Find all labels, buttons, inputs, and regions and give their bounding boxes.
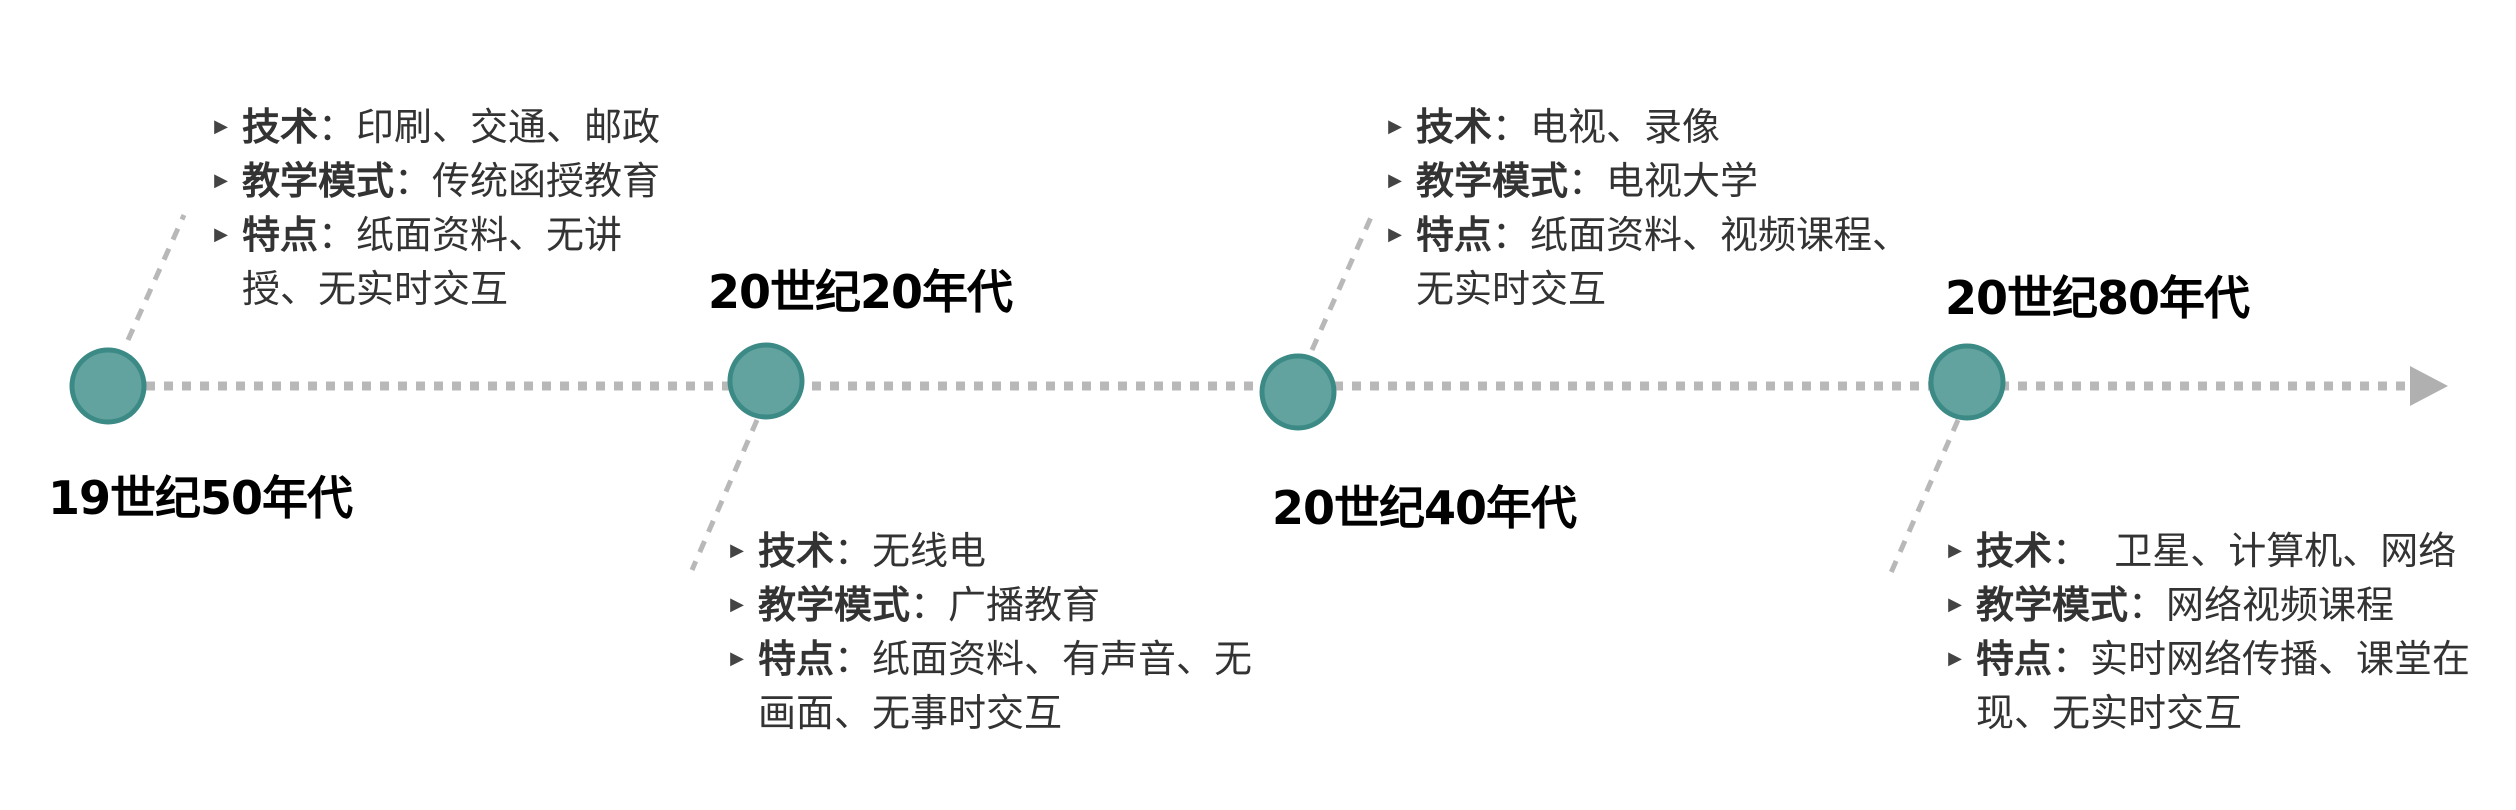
- info-separator: ：: [1568, 159, 1607, 203]
- node-era-2: [727, 342, 805, 420]
- info-item: ▶ 特点：纸面资料、有声音、无画面、无事时交互: [722, 632, 1252, 740]
- info-separator: ：: [394, 159, 433, 203]
- bullet-triangle-icon: ▶: [214, 224, 228, 245]
- info-value: 实时网络传播、课堂在: [2090, 637, 2471, 681]
- info-item: ▶ 技术：印刷、交通、邮政: [206, 100, 660, 154]
- info-item: ▶ 教学模式：网络视频课程: [1940, 578, 2470, 632]
- info-value: 电视大学: [1606, 159, 1759, 203]
- bullet-triangle-icon: ▶: [1388, 224, 1402, 245]
- bullet-triangle-icon: ▶: [214, 116, 228, 137]
- info-separator: ：: [318, 213, 357, 257]
- info-key: 特点: [242, 213, 319, 257]
- info-value-continued: 授、无实时交互: [242, 267, 509, 311]
- info-separator: ：: [834, 529, 873, 573]
- info-separator: ：: [2052, 637, 2091, 681]
- info-value: 网络视频课程: [2166, 583, 2395, 627]
- info-key: 技术: [758, 529, 835, 573]
- info-key: 特点: [1976, 637, 2053, 681]
- info-value: 纸面资料、无讲: [356, 213, 623, 257]
- bullet-triangle-icon: ▶: [1388, 116, 1402, 137]
- info-key: 教学模式: [1976, 583, 2129, 627]
- info-value-continued: 画面、无事时交互: [758, 691, 1063, 735]
- info-separator: ：: [1492, 105, 1531, 149]
- era-info-3: ▶ 技术：电视、录像 ▶ 教学模式：电视大学 ▶ 特点：纸面资料、视频课程、 无实…: [1380, 100, 1910, 316]
- bullet-triangle-icon: ▶: [730, 540, 744, 561]
- bullet-triangle-icon: ▶: [730, 648, 744, 669]
- node-era-4: [1928, 343, 2006, 421]
- info-value-continued: 无实时交互: [1416, 267, 1607, 311]
- info-item: ▶ 特点：纸面资料、无讲授、无实时交互: [206, 208, 660, 316]
- info-value: 传统函授教育: [432, 159, 661, 203]
- info-item: ▶ 技术：电视、录像: [1380, 100, 1910, 154]
- info-value: 印刷、交通、邮政: [356, 105, 661, 149]
- info-value: 卫星、计算机、网络: [2090, 529, 2457, 573]
- info-item: ▶ 特点：纸面资料、视频课程、无实时交互: [1380, 208, 1910, 316]
- info-separator: ：: [2128, 583, 2167, 627]
- bullet-triangle-icon: ▶: [1948, 594, 1962, 615]
- era-label-2: 20世纪20年代: [708, 265, 1013, 319]
- connector-era-3: [1309, 213, 1375, 352]
- info-key: 教学模式: [242, 159, 395, 203]
- info-key: 技术: [1416, 105, 1493, 149]
- node-era-3: [1259, 353, 1337, 431]
- info-value: 广播教育: [948, 583, 1101, 627]
- info-item: ▶ 技术： 卫星、计算机、网络: [1940, 524, 2470, 578]
- node-era-1: [69, 347, 147, 425]
- era-label-3: 20世纪40年代: [1272, 481, 1577, 535]
- info-item: ▶ 教学模式：电视大学: [1380, 154, 1910, 208]
- era-label-1: 19世纪50年代: [48, 471, 353, 525]
- connector-era-1: [125, 213, 187, 342]
- era-label-4: 20世纪80年代: [1945, 271, 2250, 325]
- era-info-4: ▶ 技术： 卫星、计算机、网络 ▶ 教学模式：网络视频课程 ▶ 特点：实时网络传…: [1940, 524, 2470, 740]
- info-key: 特点: [1416, 213, 1493, 257]
- info-separator: ：: [318, 105, 357, 149]
- bullet-triangle-icon: ▶: [1388, 170, 1402, 191]
- info-item: ▶ 技术：无线电: [722, 524, 1252, 578]
- bullet-triangle-icon: ▶: [1948, 648, 1962, 669]
- info-value: 纸面资料、视频课程、: [1530, 213, 1911, 257]
- info-value: 电视、录像: [1530, 105, 1721, 149]
- info-separator: ：: [834, 637, 873, 681]
- info-key: 特点: [758, 637, 835, 681]
- bullet-triangle-icon: ▶: [214, 170, 228, 191]
- info-item: ▶ 教学模式：传统函授教育: [206, 154, 660, 208]
- bullet-triangle-icon: ▶: [730, 594, 744, 615]
- info-value-continued: 现、无实时交互: [1976, 691, 2243, 735]
- info-separator: ：: [1492, 213, 1531, 257]
- info-item: ▶ 特点：实时网络传播、课堂在现、无实时交互: [1940, 632, 2470, 740]
- info-key: 技术: [242, 105, 319, 149]
- info-value: 纸面资料、有声音、无: [872, 637, 1253, 681]
- info-separator: ：: [2052, 529, 2091, 573]
- timeline-arrowhead: [2410, 366, 2448, 406]
- era-info-1: ▶ 技术：印刷、交通、邮政 ▶ 教学模式：传统函授教育 ▶ 特点：纸面资料、无讲…: [206, 100, 660, 316]
- info-key: 技术: [1976, 529, 2053, 573]
- info-item: ▶ 教学模式：广播教育: [722, 578, 1252, 632]
- info-key: 教学模式: [758, 583, 911, 627]
- info-value: 无线电: [872, 529, 987, 573]
- info-separator: ：: [910, 583, 949, 627]
- info-key: 教学模式: [1416, 159, 1569, 203]
- bullet-triangle-icon: ▶: [1948, 540, 1962, 561]
- era-info-2: ▶ 技术：无线电 ▶ 教学模式：广播教育 ▶ 特点：纸面资料、有声音、无 画面、无…: [722, 524, 1252, 740]
